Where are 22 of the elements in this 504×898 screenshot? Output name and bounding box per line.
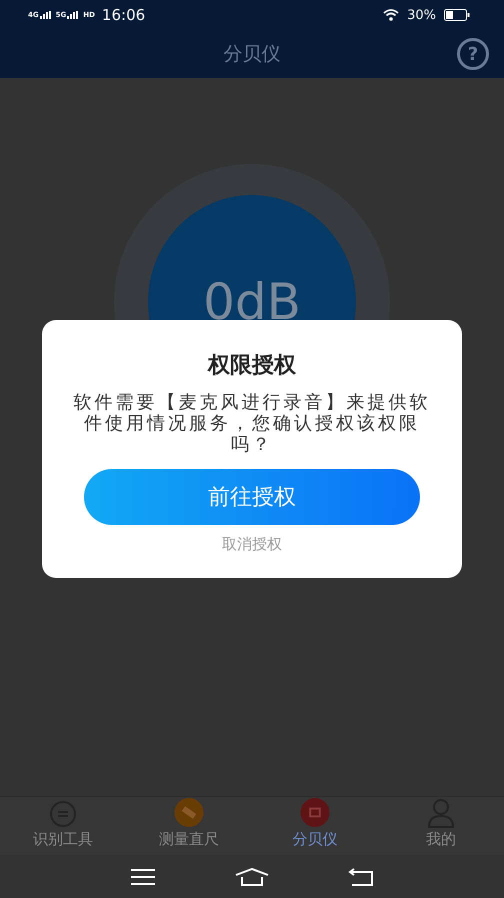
ruler-icon: [173, 797, 205, 828]
tab[interactable]: 识别工具: [0, 797, 126, 855]
tab[interactable]: 我的: [378, 797, 504, 855]
back-icon[interactable]: [348, 868, 374, 886]
battery-icon: [444, 9, 470, 21]
signal-icon: [67, 11, 80, 19]
cancel-button[interactable]: 取消授权: [218, 533, 286, 556]
tab[interactable]: 测量直尺: [126, 797, 252, 855]
menu-icon[interactable]: [130, 868, 156, 884]
wifi-icon: [383, 9, 400, 21]
help-button[interactable]: ?: [457, 38, 489, 70]
battery-percent: 30%: [407, 8, 436, 22]
tab[interactable]: 分贝仪: [252, 797, 378, 855]
page-title: 分贝仪: [224, 42, 280, 67]
dialog-message: 软件需要【麦克风进行录音】来提供软件使用情况服务，您确认授权该权限吗？: [72, 392, 432, 455]
meter-icon: [299, 797, 331, 828]
dialog-title: 权限授权: [208, 352, 296, 380]
decibel-reading: 0dB: [203, 273, 301, 331]
authorize-button[interactable]: 前往授权: [84, 469, 420, 525]
clock-time: 16:06: [102, 6, 146, 24]
home-icon[interactable]: [234, 868, 269, 886]
signal-icon: [40, 11, 52, 19]
